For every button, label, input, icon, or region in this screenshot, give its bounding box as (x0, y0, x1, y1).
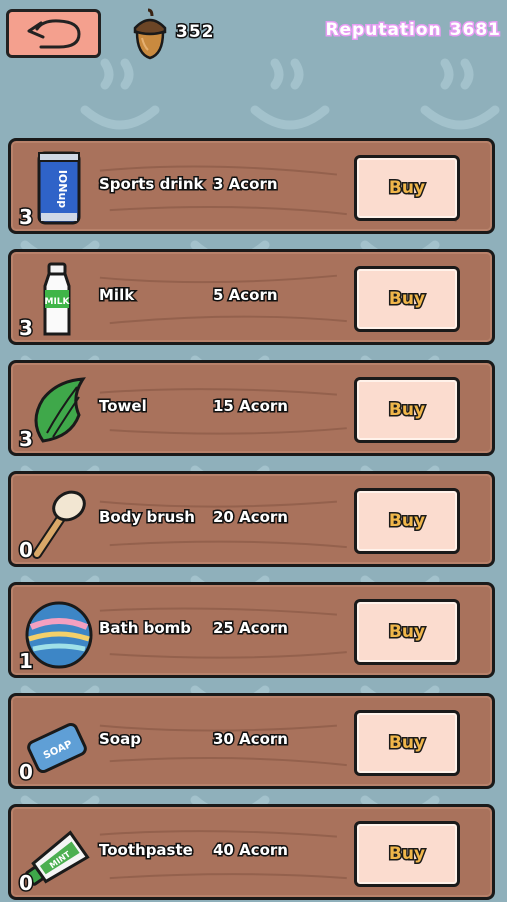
reputation-label: Reputation (324, 19, 442, 42)
reputation-value: 3681 (448, 19, 501, 42)
back-button[interactable] (6, 9, 101, 58)
buy-button-label: Buy (387, 510, 426, 533)
item-count: 1 (18, 648, 35, 675)
sports-drink-icon-label: IONup (56, 170, 69, 208)
milk-icon-label: MILK (44, 297, 70, 307)
item-count: 0 (18, 537, 35, 564)
buy-button-label: Buy (387, 732, 426, 755)
item-price: 30 Acorn (212, 729, 290, 750)
item-price: 25 Acorn (212, 618, 290, 639)
item-count: 0 (18, 870, 35, 897)
item-name: Body brush (98, 507, 197, 528)
shop-item-row: MINT 0 Toothpaste 40 Acorn Buy (8, 804, 495, 900)
buy-button[interactable]: Buy (354, 710, 460, 776)
item-name: Bath bomb (97, 618, 192, 639)
item-price: 5 Acorn (212, 285, 280, 306)
acorn-icon (133, 8, 167, 60)
item-count: 0 (18, 759, 35, 786)
item-name: Towel (98, 396, 149, 417)
buy-button-label: Buy (387, 621, 426, 644)
shop-item-row: IONup 3 Sports drink 3 Acorn Buy (8, 138, 495, 234)
item-name: Sports drink (98, 174, 205, 195)
buy-button[interactable]: Buy (354, 266, 460, 332)
item-price: 40 Acorn (212, 840, 290, 861)
item-price: 15 Acorn (212, 396, 290, 417)
acorn-count: 352 (175, 21, 215, 44)
item-name: Milk (97, 285, 135, 306)
buy-button[interactable]: Buy (354, 488, 460, 554)
item-price: 3 Acorn (212, 174, 280, 195)
buy-button[interactable]: Buy (354, 377, 460, 443)
shop-item-row: 1 Bath bomb 25 Acorn Buy (8, 582, 495, 678)
shop-item-row: MILK 3 Milk 5 Acorn Buy (8, 249, 495, 345)
back-arrow-icon (27, 18, 81, 48)
shop-item-row: 3 Towel 15 Acorn Buy (8, 360, 495, 456)
item-name: Toothpaste (98, 840, 195, 861)
buy-button-label: Buy (387, 177, 426, 200)
buy-button-label: Buy (387, 288, 426, 311)
shop-item-row: 0 Body brush 20 Acorn Buy (8, 471, 495, 567)
buy-button[interactable]: Buy (354, 599, 460, 665)
reputation-display: Reputation 3681 (324, 19, 502, 42)
top-bar: 352 Reputation 3681 (0, 0, 507, 70)
item-count: 3 (18, 315, 35, 342)
shop-item-row: SOAP 0 Soap 30 Acorn Buy (8, 693, 495, 789)
item-count: 3 (18, 426, 35, 453)
buy-button-label: Buy (387, 399, 426, 422)
item-price: 20 Acorn (212, 507, 290, 528)
buy-button-label: Buy (387, 843, 426, 866)
item-count: 3 (18, 204, 35, 231)
item-name: Soap (98, 729, 143, 750)
buy-button[interactable]: Buy (354, 821, 460, 887)
buy-button[interactable]: Buy (354, 155, 460, 221)
